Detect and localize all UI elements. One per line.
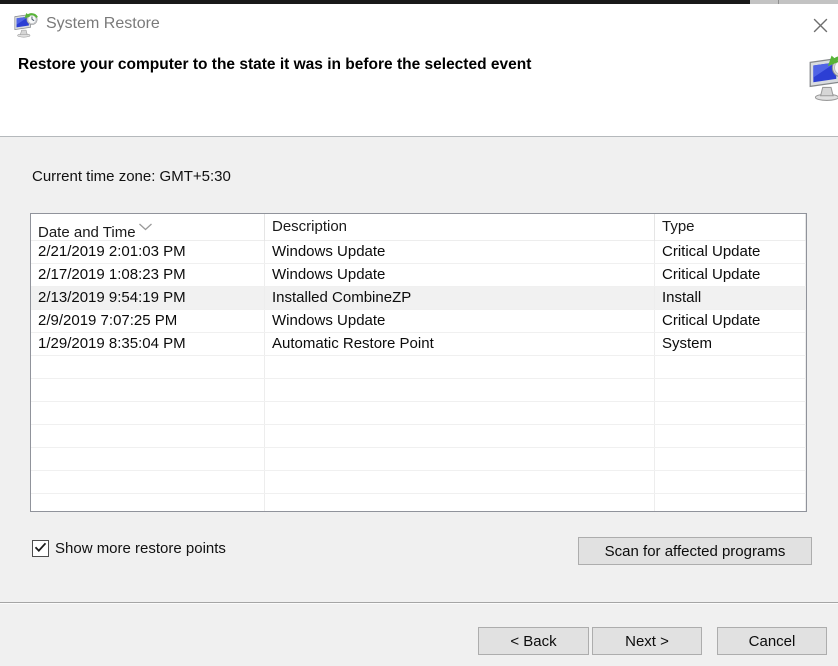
table-empty-row [31, 379, 806, 402]
cell-date: 2/17/2019 1:08:23 PM [31, 264, 265, 286]
cell-type: System [655, 333, 806, 355]
table-empty-row [31, 494, 806, 512]
cell-type: Install [655, 287, 806, 309]
column-header-type-label: Type [662, 218, 695, 235]
restore-points-table: Date and Time Description Type 2/21/2019… [30, 213, 807, 512]
cell-description: Windows Update [265, 264, 655, 286]
show-more-checkbox[interactable] [32, 540, 49, 557]
cell-type: Critical Update [655, 310, 806, 332]
table-row[interactable]: 2/21/2019 2:01:03 PM Windows Update Crit… [31, 241, 806, 264]
show-more-checkbox-label[interactable]: Show more restore points [55, 540, 226, 557]
column-header-date-label: Date and Time [38, 224, 136, 241]
cell-date: 2/21/2019 2:01:03 PM [31, 241, 265, 263]
next-button[interactable]: Next > [592, 627, 702, 655]
scan-affected-programs-button[interactable]: Scan for affected programs [578, 537, 812, 565]
cell-date: 2/13/2019 9:54:19 PM [31, 287, 265, 309]
table-empty-row [31, 448, 806, 471]
cell-type: Critical Update [655, 264, 806, 286]
back-button[interactable]: < Back [478, 627, 589, 655]
close-icon[interactable] [808, 13, 832, 37]
column-header-type[interactable]: Type [655, 214, 806, 241]
cell-date: 1/29/2019 8:35:04 PM [31, 333, 265, 355]
chevron-down-icon [138, 218, 153, 235]
cell-description: Windows Update [265, 310, 655, 332]
table-empty-row [31, 471, 806, 494]
table-empty-row [31, 402, 806, 425]
table-empty-row [31, 356, 806, 379]
cell-description: Automatic Restore Point [265, 333, 655, 355]
window-title: System Restore [46, 15, 160, 33]
cell-type: Critical Update [655, 241, 806, 263]
column-header-date[interactable]: Date and Time [31, 214, 265, 241]
top-edge-divider [778, 0, 779, 4]
cell-description: Windows Update [265, 241, 655, 263]
table-row[interactable]: 2/9/2019 7:07:25 PM Windows Update Criti… [31, 310, 806, 333]
cell-description: Installed CombineZP [265, 287, 655, 309]
cell-date: 2/9/2019 7:07:25 PM [31, 310, 265, 332]
system-restore-icon [12, 11, 39, 38]
table-header-row: Date and Time Description Type [31, 214, 806, 241]
checkmark-icon [34, 540, 47, 558]
table-row[interactable]: 2/13/2019 9:54:19 PM Installed CombineZP… [31, 287, 806, 310]
column-header-description[interactable]: Description [265, 214, 655, 241]
timezone-label: Current time zone: GMT+5:30 [32, 168, 231, 185]
top-edge-remnant-light [750, 0, 838, 4]
page-heading: Restore your computer to the state it wa… [18, 56, 531, 74]
table-row[interactable]: 1/29/2019 8:35:04 PM Automatic Restore P… [31, 333, 806, 356]
footer-divider-highlight [0, 603, 838, 604]
cancel-button[interactable]: Cancel [717, 627, 827, 655]
table-row[interactable]: 2/17/2019 1:08:23 PM Windows Update Crit… [31, 264, 806, 287]
system-restore-hero-icon [805, 52, 838, 102]
top-edge-remnant-dark [0, 0, 750, 4]
column-header-description-label: Description [272, 218, 347, 235]
table-empty-row [31, 425, 806, 448]
